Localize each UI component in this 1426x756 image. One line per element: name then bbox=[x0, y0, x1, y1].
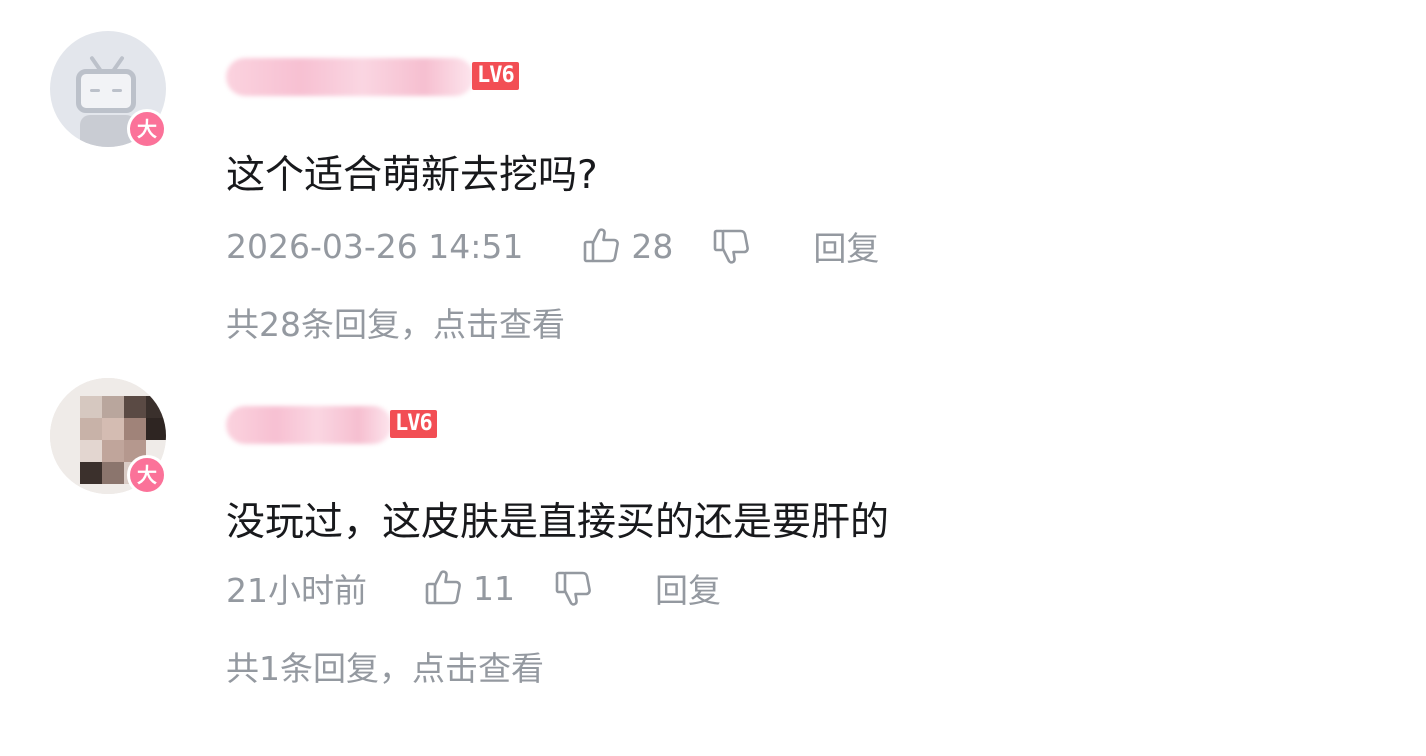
tv-eye bbox=[90, 89, 100, 92]
like-button[interactable]: 11 bbox=[423, 568, 553, 608]
avatar-pixel bbox=[102, 418, 124, 440]
like-count: 28 bbox=[631, 226, 674, 266]
avatar-pixel bbox=[124, 396, 146, 418]
avatar-pixel bbox=[102, 396, 124, 418]
thumbs-up-icon bbox=[584, 228, 620, 263]
comment-time: 2026-03-26 14:51 bbox=[226, 226, 524, 266]
avatar-pixel bbox=[146, 396, 166, 418]
vip-badge: 大 bbox=[127, 109, 167, 149]
avatar-pixel bbox=[80, 418, 102, 440]
avatar-pixel bbox=[102, 440, 124, 462]
comment-time: 21小时前 bbox=[226, 571, 367, 610]
comment-item: 大 LV6 没玩过，这皮肤是直接买的还是要肝的 21小时前 11 回复 共1条回… bbox=[0, 360, 1426, 756]
avatar-pixel bbox=[80, 396, 102, 418]
username-blurred[interactable] bbox=[226, 406, 392, 444]
thumbs-down-icon bbox=[714, 229, 750, 264]
dislike-button[interactable] bbox=[711, 226, 751, 266]
comment-content: 没玩过，这皮肤是直接买的还是要肝的 bbox=[226, 500, 890, 545]
tv-avatar-icon bbox=[76, 69, 136, 113]
username-blurred[interactable] bbox=[226, 58, 474, 96]
reply-button[interactable]: 回复 bbox=[655, 564, 721, 612]
like-count: 11 bbox=[473, 568, 515, 608]
vip-badge: 大 bbox=[127, 455, 167, 495]
reply-button[interactable]: 回复 bbox=[813, 222, 879, 270]
thumbs-down-icon bbox=[555, 571, 591, 606]
avatar-pixel bbox=[80, 462, 102, 484]
comment-item: 大 LV6 这个适合萌新去挖吗? 2026-03-26 14:51 28 回复 … bbox=[0, 0, 1426, 360]
avatar-pixel bbox=[102, 462, 124, 484]
level-badge: LV6 bbox=[390, 410, 437, 438]
tv-eye bbox=[112, 89, 122, 92]
comment-meta: 2026-03-26 14:51 28 回复 bbox=[226, 222, 879, 270]
level-badge: LV6 bbox=[472, 62, 519, 90]
view-replies-link[interactable]: 共1条回复，点击查看 bbox=[226, 642, 544, 690]
view-replies-link[interactable]: 共28条回复，点击查看 bbox=[226, 298, 565, 346]
avatar-pixel bbox=[80, 440, 102, 462]
thumbs-up-icon bbox=[425, 570, 461, 605]
dislike-button[interactable] bbox=[553, 568, 593, 608]
avatar-pixel bbox=[146, 418, 166, 440]
comment-meta: 21小时前 11 回复 bbox=[226, 564, 721, 612]
avatar-pixel bbox=[124, 418, 146, 440]
comment-content: 这个适合萌新去挖吗? bbox=[226, 153, 598, 198]
like-button[interactable]: 28 bbox=[581, 226, 711, 266]
